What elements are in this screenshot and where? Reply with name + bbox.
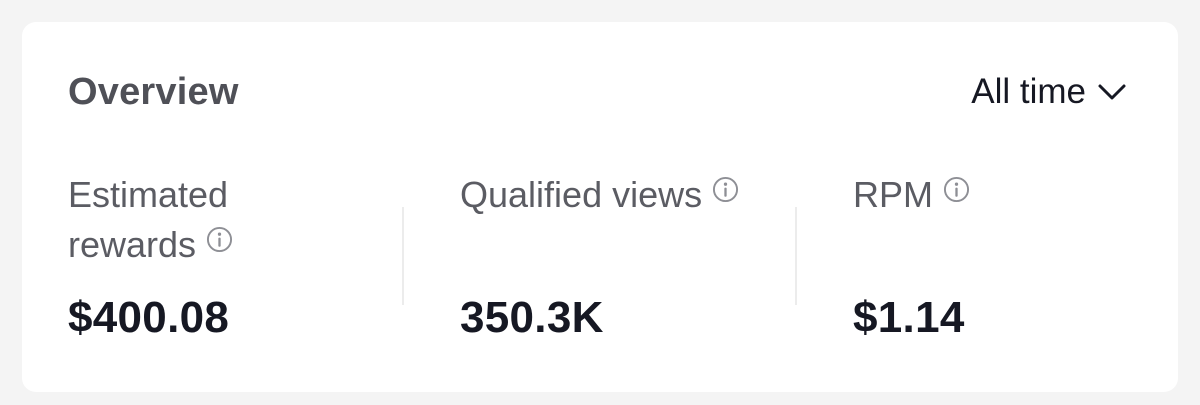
metric-divider	[795, 207, 797, 305]
metric-label-rpm: RPM	[853, 170, 970, 220]
period-dropdown[interactable]: All time	[971, 70, 1128, 114]
metric-value-estimated-rewards: $400.08	[68, 293, 230, 342]
period-selected-label: All time	[971, 72, 1086, 111]
metric-divider	[402, 207, 404, 305]
metric-label-text: Qualified views	[460, 174, 703, 215]
metric-label-text: RPM	[853, 174, 933, 215]
metric-rpm: RPM	[853, 170, 970, 220]
metric-qualified-views: Qualified views	[460, 170, 739, 220]
overview-title: Overview	[68, 71, 239, 113]
metric-estimated-rewards: Estimated rewards	[68, 170, 233, 270]
metric-label-line2: rewards	[68, 224, 197, 265]
chevron-down-icon	[1098, 84, 1126, 100]
metric-label-qualified-views: Qualified views	[460, 170, 739, 220]
info-icon[interactable]	[712, 176, 739, 203]
info-icon[interactable]	[943, 176, 970, 203]
info-icon[interactable]	[206, 226, 233, 253]
metric-label-line1: Estimated	[68, 174, 229, 215]
metric-value-qualified-views: 350.3K	[460, 293, 604, 342]
metric-label-estimated: Estimated rewards	[68, 170, 233, 270]
metric-value-rpm: $1.14	[853, 293, 965, 342]
overview-card: Overview All time Estimated rewards $400…	[22, 22, 1178, 392]
